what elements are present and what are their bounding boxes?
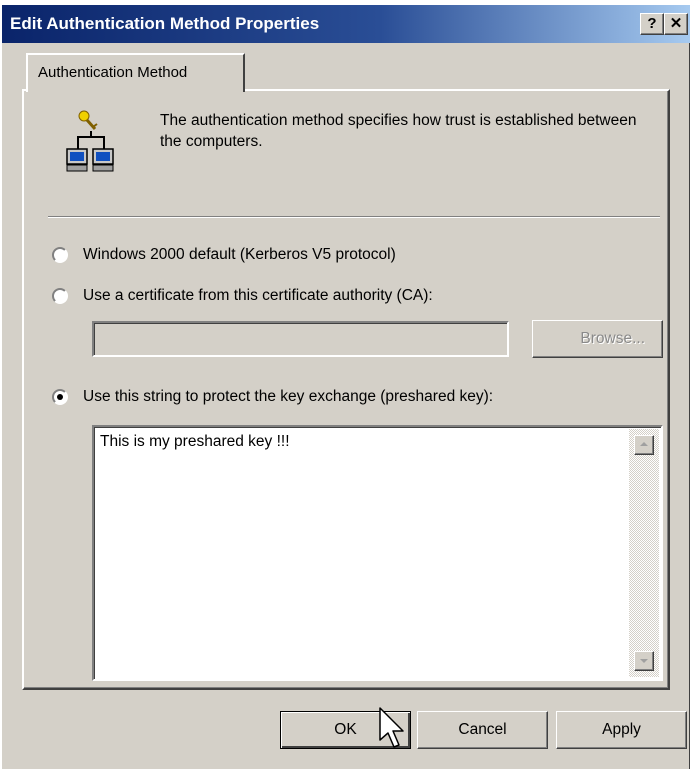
window-title: Edit Authentication Method Properties — [10, 14, 320, 33]
network-computers-key-icon — [66, 110, 114, 172]
browse-button: Browse... — [532, 320, 663, 358]
vertical-scrollbar[interactable] — [629, 429, 659, 677]
method-description: The authentication method specifies how … — [160, 112, 637, 150]
title-bar[interactable]: Edit Authentication Method Properties ? … — [2, 5, 690, 43]
scroll-up-arrow-icon — [640, 442, 648, 446]
mouse-pointer-icon — [379, 707, 404, 748]
preshared-key-radio[interactable] — [52, 389, 68, 405]
help-button[interactable]: ? — [640, 13, 664, 35]
certificate-option-label: Use a certificate from this certificate … — [83, 287, 433, 304]
close-button[interactable]: ✕ — [664, 13, 688, 35]
preshared-key-textarea[interactable]: This is my preshared key !!! — [92, 425, 663, 681]
scroll-up-button[interactable] — [634, 435, 654, 455]
tab-label: Authentication Method — [38, 64, 188, 81]
apply-button[interactable]: Apply — [556, 711, 687, 749]
kerberos-radio[interactable] — [52, 247, 68, 263]
scroll-down-button[interactable] — [634, 651, 654, 671]
cancel-button[interactable]: Cancel — [417, 711, 548, 749]
preshared-key-option-label: Use this string to protect the key excha… — [83, 388, 494, 405]
ca-field — [92, 321, 509, 357]
certificate-radio[interactable] — [52, 288, 68, 304]
scroll-down-arrow-icon — [640, 659, 648, 663]
tab-authentication-method[interactable]: Authentication Method — [26, 53, 245, 92]
kerberos-option-label: Windows 2000 default (Kerberos V5 protoc… — [83, 246, 396, 263]
preshared-key-value: This is my preshared key !!! — [100, 433, 290, 450]
separator — [48, 216, 660, 218]
